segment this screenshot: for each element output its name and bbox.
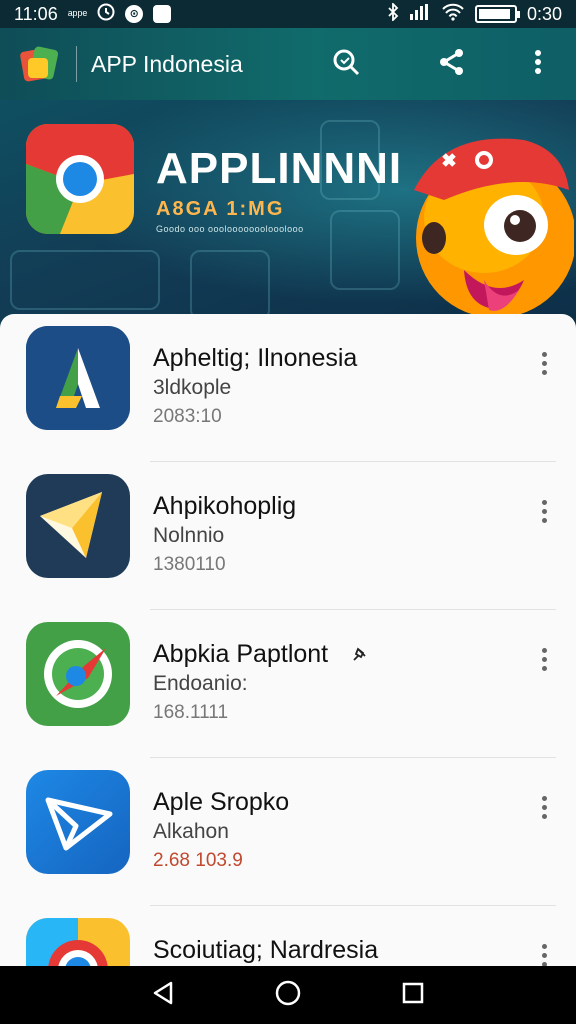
navigation-bar: [0, 966, 576, 1024]
banner-subheadline: A8GA 1:MG: [156, 198, 285, 220]
app-title: Apheltiɡ; Ilnonesia: [153, 344, 358, 372]
status-bar: 11:06 ᵃᵖᵖᵉ ⊙ 0:30: [0, 0, 576, 28]
list-item[interactable]: Abpkia Paptlont Endoanio: 168.1111: [0, 610, 576, 758]
more-vertical-icon[interactable]: [530, 790, 558, 824]
home-circle-icon: [274, 979, 302, 1012]
more-vertical-icon[interactable]: [530, 938, 558, 966]
app-subtitle: Alkahon: [153, 820, 229, 843]
app-meta: 168.1111: [153, 702, 229, 723]
notification-icon: ⊙: [125, 5, 144, 23]
home-button[interactable]: [266, 973, 310, 1017]
app-meta: 2083:10: [153, 406, 222, 427]
search-button[interactable]: [326, 44, 366, 84]
app-meta: 1380110: [153, 554, 226, 575]
share-icon: [437, 47, 467, 82]
bluetooth-icon: [387, 1, 399, 26]
app-title: Scoiutiag; Nardresia: [153, 936, 379, 964]
compass-icon: [26, 622, 130, 726]
list-item[interactable]: Ahpikohoplig Nolnnio 1380110: [0, 462, 576, 610]
app-meta: 2.68 103.9: [153, 850, 243, 871]
app-title: Aple Sropko: [153, 788, 290, 816]
search-icon: [331, 47, 361, 82]
wifi-icon: [441, 3, 465, 26]
send-icon: [26, 770, 130, 874]
app-title: Abpkia Paptlont: [153, 640, 329, 668]
app-title: APP Indonesia: [91, 50, 243, 77]
more-vertical-icon[interactable]: [530, 346, 558, 380]
share-button[interactable]: [432, 44, 472, 84]
promo-banner[interactable]: APPLINNNI A8GA 1:MG Goodo ooo oooloooooo…: [0, 100, 576, 325]
app-title: Ahpikohoplig: [153, 492, 297, 520]
app-logo-icon: [18, 44, 62, 84]
app-subtitle: Endoanio:: [153, 672, 248, 695]
more-options-button[interactable]: [518, 44, 558, 84]
app-list: Apheltiɡ; Ilnonesia 3ldkople 2083:10 Ahp…: [0, 314, 576, 966]
mascot-emoji-icon: [404, 130, 576, 320]
clock-right: 0:30: [526, 3, 562, 24]
app-bar-divider: [76, 46, 77, 82]
back-triangle-icon: [151, 980, 175, 1011]
more-vertical-icon[interactable]: [530, 642, 558, 676]
recents-square-icon: [401, 981, 425, 1010]
chrome-style-icon: [26, 124, 134, 234]
banner-tagline: Goodo ooo ooolooooooolooolooo: [156, 224, 304, 234]
app-notification-icon: [153, 5, 172, 23]
pin-icon: [352, 646, 368, 667]
app-subtitle: Nolnnio: [153, 524, 225, 547]
app-subtitle: 3ldkople: [153, 376, 232, 399]
list-item[interactable]: Scoiutiag; Nardresia: [0, 906, 576, 966]
paper-plane-icon: [26, 474, 130, 578]
recents-button[interactable]: [391, 973, 435, 1017]
clock: 11:06: [14, 3, 58, 24]
list-item[interactable]: Aple Sropko Alkahon 2.68 103.9: [0, 758, 576, 906]
browser-icon: [26, 918, 130, 966]
banner-headline: APPLINNNI: [156, 144, 403, 193]
carrier-label: ᵃᵖᵖᵉ: [67, 6, 88, 22]
more-vertical-icon[interactable]: [530, 494, 558, 528]
clock-icon: [97, 3, 115, 26]
app-bar: APP Indonesia: [0, 28, 576, 100]
launcher-a-icon: [26, 326, 130, 430]
more-vertical-icon: [534, 49, 542, 80]
signal-icon: [409, 3, 431, 26]
list-item[interactable]: Apheltiɡ; Ilnonesia 3ldkople 2083:10: [0, 314, 576, 462]
battery-icon: [474, 5, 520, 23]
back-button[interactable]: [141, 973, 185, 1017]
